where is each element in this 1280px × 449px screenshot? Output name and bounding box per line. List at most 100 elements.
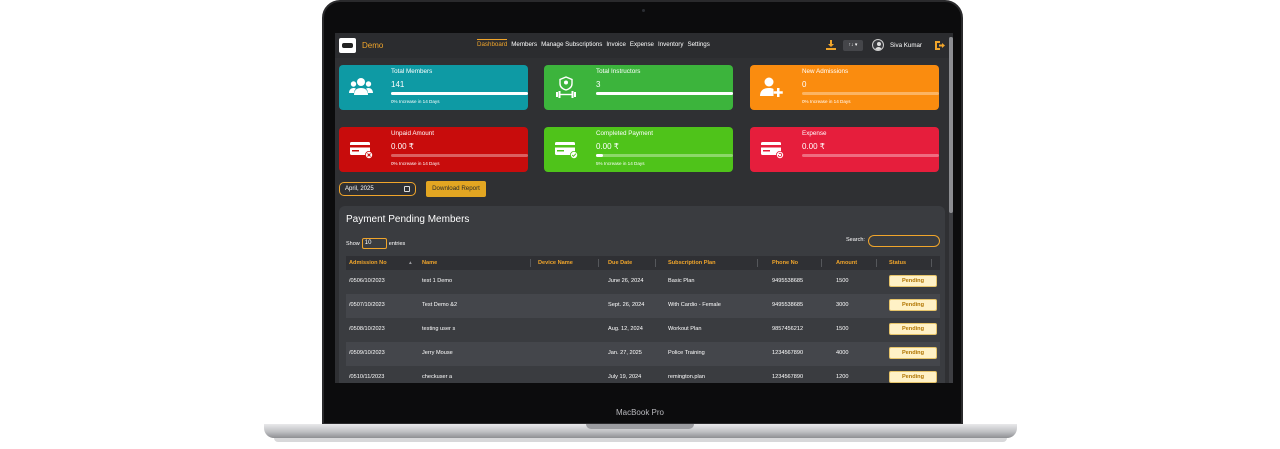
card-check-icon bbox=[555, 142, 578, 159]
cell-amount: 1200 bbox=[836, 374, 849, 380]
card-expense[interactable]: Expense 0.00 ₹ bbox=[750, 127, 939, 172]
laptop-base-shadow bbox=[274, 438, 1007, 442]
cell-phone: 9495538685 bbox=[772, 278, 804, 284]
cell-due-date: July 19, 2024 bbox=[608, 374, 642, 380]
card-footer: 0% Increase in 14 Days bbox=[391, 161, 440, 166]
nav-manage-subscriptions[interactable]: Manage Subscriptions bbox=[541, 41, 602, 48]
status-badge[interactable]: Pending bbox=[889, 347, 937, 359]
user-name[interactable]: Siva Kumar bbox=[890, 42, 922, 49]
nav-inventory[interactable]: Inventory bbox=[658, 41, 683, 48]
nav-members[interactable]: Members bbox=[511, 41, 537, 48]
cell-phone: 9495538685 bbox=[772, 302, 804, 308]
sort-arrow-icon[interactable]: ▴ bbox=[409, 260, 412, 266]
logout-icon[interactable] bbox=[934, 40, 945, 51]
col-subscription-plan[interactable]: Subscription Plan bbox=[668, 260, 716, 266]
card-value: 3 bbox=[596, 80, 601, 89]
cell-admission-no: /0507/10/2023 bbox=[349, 302, 385, 308]
cell-plan: With Cardio - Female bbox=[668, 302, 721, 308]
card-title: New Admissions bbox=[802, 68, 849, 75]
card-value: 0 bbox=[802, 80, 807, 89]
app-name[interactable]: Demo bbox=[362, 41, 383, 50]
cell-amount: 3000 bbox=[836, 302, 849, 308]
col-amount[interactable]: Amount bbox=[836, 260, 857, 266]
sort-dropdown[interactable]: ↑↓ ▾ bbox=[843, 40, 863, 51]
add-user-icon bbox=[760, 77, 783, 97]
col-admission-no[interactable]: Admission No bbox=[349, 260, 387, 266]
laptop-mockup: Demo Dashboard Members Manage Subscripti… bbox=[0, 0, 1280, 449]
cell-due-date: Jan. 27, 2025 bbox=[608, 350, 642, 356]
card-cancel-icon bbox=[350, 142, 373, 159]
cell-due-date: Sept. 26, 2024 bbox=[608, 302, 645, 308]
cell-phone: 9857456212 bbox=[772, 326, 804, 332]
laptop-lid: Demo Dashboard Members Manage Subscripti… bbox=[322, 0, 963, 425]
cell-admission-no: /0508/10/2023 bbox=[349, 326, 385, 332]
column-divider bbox=[655, 259, 656, 267]
column-divider bbox=[530, 259, 531, 267]
nav-settings[interactable]: Settings bbox=[687, 41, 709, 48]
nav-dashboard[interactable]: Dashboard bbox=[477, 39, 508, 48]
column-divider bbox=[876, 259, 877, 267]
card-total-instructors[interactable]: Total Instructors 3 bbox=[544, 65, 733, 110]
cell-plan: Workout Plan bbox=[668, 326, 702, 332]
card-footer: 0% Increase in 14 Days bbox=[391, 99, 440, 104]
card-footer: 5% Increase in 14 Days bbox=[596, 161, 645, 166]
payment-pending-panel: Payment Pending Members Show 10 entries … bbox=[339, 206, 945, 383]
page-size-select[interactable]: 10 bbox=[361, 238, 387, 249]
col-due-date[interactable]: Due Date bbox=[608, 260, 632, 266]
col-name[interactable]: Name bbox=[422, 260, 437, 266]
camera bbox=[642, 9, 645, 12]
status-badge[interactable]: Pending bbox=[889, 323, 937, 335]
table-row[interactable]: /0507/10/2023 Test Demo &2 Sept. 26, 202… bbox=[346, 294, 940, 318]
search-label: Search: bbox=[846, 237, 865, 243]
col-status[interactable]: Status bbox=[889, 260, 906, 266]
calendar-icon[interactable] bbox=[404, 186, 410, 192]
device-label: MacBook Pro bbox=[615, 408, 665, 417]
card-completed-payment[interactable]: Completed Payment 0.00 ₹ 5% Increase in … bbox=[544, 127, 733, 172]
table-row[interactable]: /0510/11/2023 checkuser a July 19, 2024 … bbox=[346, 366, 940, 383]
col-device-name[interactable]: Device Name bbox=[538, 260, 573, 266]
month-picker[interactable]: April, 2025 bbox=[339, 182, 416, 196]
page-scrollbar[interactable] bbox=[949, 37, 953, 383]
status-badge[interactable]: Pending bbox=[889, 299, 937, 311]
card-total-members[interactable]: Total Members 141 0% Increase in 14 Days bbox=[339, 65, 528, 110]
cell-amount: 4000 bbox=[836, 350, 849, 356]
search-input[interactable] bbox=[868, 235, 940, 247]
column-divider bbox=[931, 259, 932, 267]
card-unpaid-amount[interactable]: Unpaid Amount 0.00 ₹ 0% Increase in 14 D… bbox=[339, 127, 528, 172]
card-value: 141 bbox=[391, 80, 405, 89]
col-phone-no[interactable]: Phone No bbox=[772, 260, 798, 266]
table-row[interactable]: /0508/10/2023 testing user s Aug. 12, 20… bbox=[346, 318, 940, 342]
nav-expense[interactable]: Expense bbox=[630, 41, 654, 48]
card-progress bbox=[596, 154, 733, 157]
download-report-button[interactable]: Download Report bbox=[426, 181, 486, 197]
column-divider bbox=[598, 259, 599, 267]
card-progress bbox=[802, 154, 939, 157]
cell-admission-no: /0510/11/2023 bbox=[349, 374, 385, 380]
card-title: Unpaid Amount bbox=[391, 130, 435, 137]
card-progress bbox=[596, 92, 733, 95]
table-row[interactable]: /0509/10/2023 Jerry Mouse Jan. 27, 2025 … bbox=[346, 342, 940, 366]
status-badge[interactable]: Pending bbox=[889, 371, 937, 383]
cell-phone: 1234567890 bbox=[772, 350, 804, 356]
card-progress bbox=[391, 154, 528, 157]
card-title: Completed Payment bbox=[596, 130, 654, 137]
card-value: 0.00 ₹ bbox=[391, 142, 414, 151]
top-navbar: Demo Dashboard Members Manage Subscripti… bbox=[335, 33, 953, 58]
show-label: Show bbox=[346, 240, 360, 247]
download-icon[interactable] bbox=[826, 40, 836, 50]
table-row[interactable]: /0506/10/2023 test 1 Demo June 26, 2024 … bbox=[346, 270, 940, 294]
table-header: Admission No ▴ Name Device Name Due Date… bbox=[346, 256, 940, 270]
cell-admission-no: /0506/10/2023 bbox=[349, 278, 385, 284]
card-value: 0.00 ₹ bbox=[802, 142, 825, 151]
cell-name: test 1 Demo bbox=[422, 278, 453, 284]
cell-amount: 1500 bbox=[836, 326, 849, 332]
cell-plan: Police Training bbox=[668, 350, 705, 356]
card-progress bbox=[391, 92, 528, 95]
nav-invoice[interactable]: Invoice bbox=[606, 41, 626, 48]
card-new-admissions[interactable]: New Admissions 0 0% Increase in 14 Days bbox=[750, 65, 939, 110]
status-badge[interactable]: Pending bbox=[889, 275, 937, 287]
card-refresh-icon bbox=[761, 142, 784, 159]
main-nav: Dashboard Members Manage Subscriptions I… bbox=[477, 39, 710, 48]
user-avatar[interactable] bbox=[872, 39, 884, 51]
app-logo[interactable] bbox=[339, 38, 356, 53]
